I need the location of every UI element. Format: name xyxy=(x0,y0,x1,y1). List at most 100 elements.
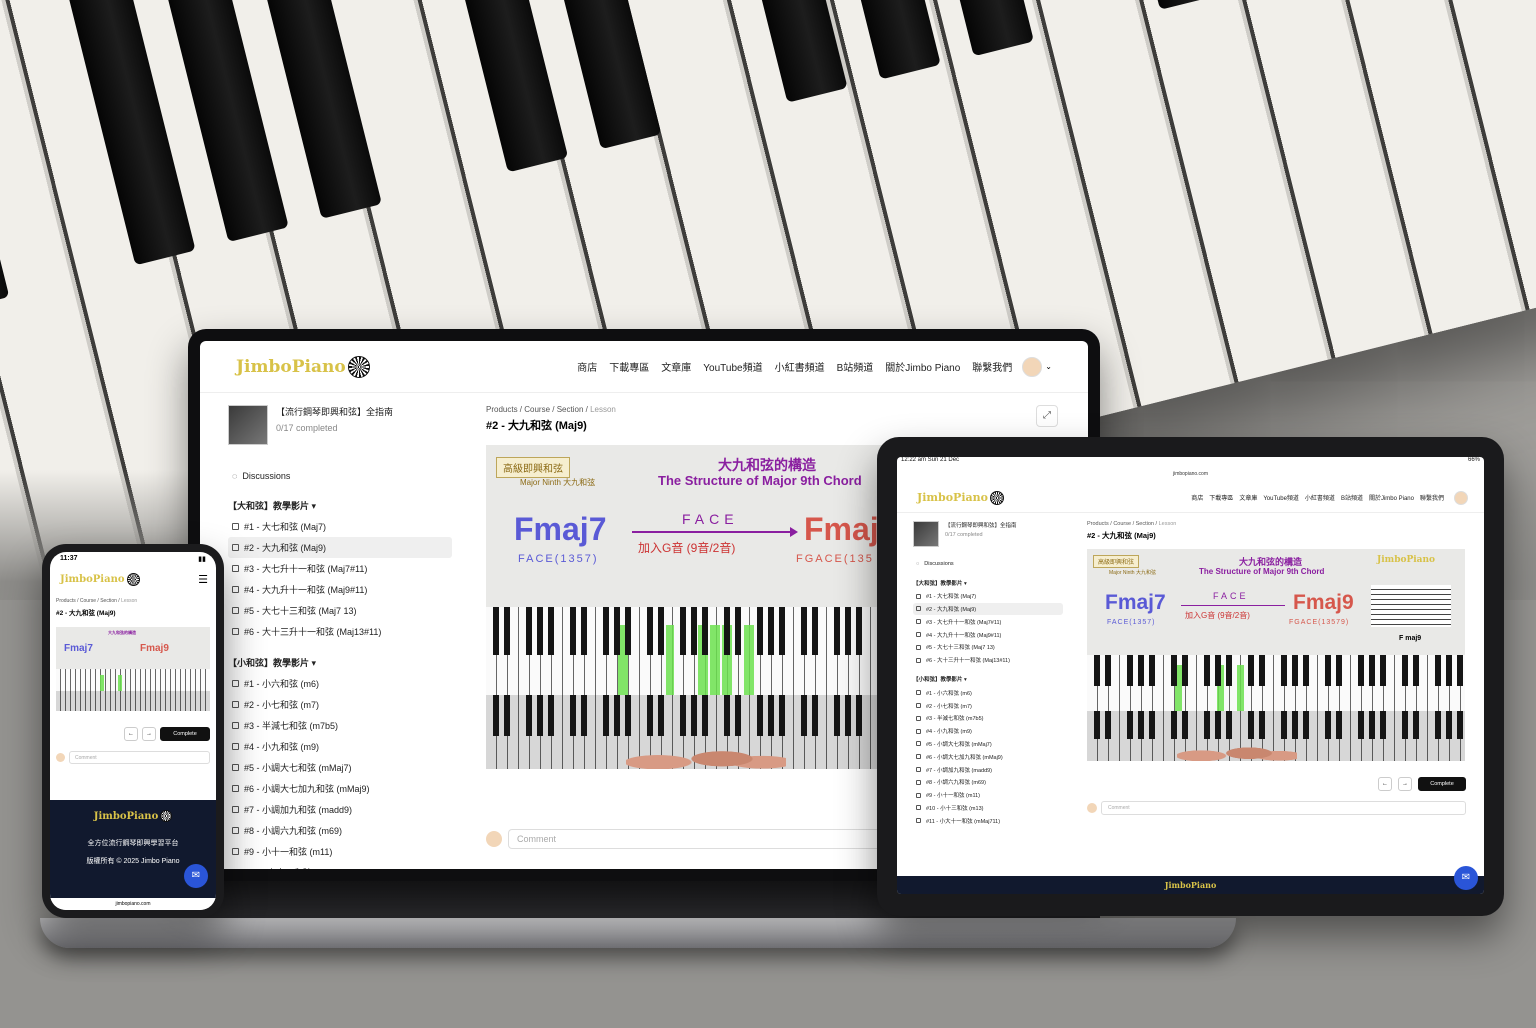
expand-icon[interactable]: ⤢ xyxy=(1036,405,1058,427)
lesson-item[interactable]: #1 - 小六和弦 (m6) xyxy=(228,673,452,694)
lesson-item[interactable]: #7 - 小調加九和弦 (madd9) xyxy=(913,763,1063,776)
breadcrumb-section[interactable]: Section xyxy=(557,405,584,414)
discussions-link[interactable]: ◌ Discussions xyxy=(913,559,1063,570)
lesson-item[interactable]: #3 - 大七升十一和弦 (Maj7#11) xyxy=(913,615,1063,628)
lesson-item[interactable]: #3 - 半減七和弦 (m7b5) xyxy=(228,715,452,736)
section-title-major[interactable]: 【大和弦】教學影片 ▾ xyxy=(913,579,1063,587)
breadcrumb-course[interactable]: Course xyxy=(80,598,96,604)
nav-link-contact[interactable]: 聯繫我們 xyxy=(972,359,1012,374)
lesson-item[interactable]: #5 - 小調大七和弦 (mMaj7) xyxy=(913,738,1063,751)
breadcrumb-products[interactable]: Products xyxy=(486,405,518,414)
nav-link-articles[interactable]: 文章庫 xyxy=(1239,493,1257,502)
video-player[interactable]: 高級即興和弦 Major Ninth 大九和弦 大九和弦的構造 The Stru… xyxy=(1087,549,1465,761)
lesson-box-icon xyxy=(916,657,921,663)
site-logo[interactable]: JimboPiano xyxy=(236,355,370,378)
section-title-minor[interactable]: 【小和弦】教學影片 ▾ xyxy=(228,656,452,669)
lesson-item[interactable]: #4 - 大九升十一和弦 (Maj9#11) xyxy=(913,628,1063,641)
breadcrumb-course[interactable]: Course xyxy=(524,405,550,414)
nav-link-articles[interactable]: 文章庫 xyxy=(661,359,691,374)
lesson-item[interactable]: #3 - 半減七和弦 (m7b5) xyxy=(913,712,1063,725)
lesson-item[interactable]: #1 - 大七和弦 (Maj7) xyxy=(913,590,1063,603)
video-player[interactable]: 大九和弦的構造 Fmaj7 Fmaj9 xyxy=(56,627,210,711)
discussions-link[interactable]: ◌ Discussions xyxy=(228,467,452,485)
breadcrumb-products[interactable]: Products xyxy=(56,598,76,604)
nav-link-downloads[interactable]: 下載專區 xyxy=(609,359,649,374)
site-footer: JimboPiano xyxy=(897,876,1484,894)
menu-icon[interactable]: ☰ xyxy=(198,573,208,586)
lesson-item[interactable]: #1 - 小六和弦 (m6) xyxy=(913,686,1063,699)
site-logo[interactable]: JimboPiano xyxy=(917,490,1004,505)
lesson-box-icon xyxy=(916,767,921,773)
lesson-box-icon xyxy=(916,703,921,709)
logo-text: JimboPiano xyxy=(236,356,346,377)
lesson-item[interactable]: #2 - 小七和弦 (m7) xyxy=(228,694,452,715)
lesson-item[interactable]: #2 - 小七和弦 (m7) xyxy=(913,699,1063,712)
next-button[interactable]: → xyxy=(142,727,156,741)
complete-button[interactable]: Complete xyxy=(160,727,210,741)
nav-link-bilibili[interactable]: B站頻道 xyxy=(1341,493,1363,502)
lesson-box-icon xyxy=(916,728,921,734)
nav-link-about[interactable]: 關於Jimbo Piano xyxy=(1369,493,1414,502)
tablet-url[interactable]: jimbopiano.com xyxy=(897,471,1484,477)
breadcrumb-section[interactable]: Section xyxy=(1136,521,1154,527)
chat-bubble-icon[interactable]: ✉ xyxy=(184,864,208,888)
highlight-key xyxy=(100,675,104,691)
lesson-item[interactable]: #5 - 小調大七和弦 (mMaj7) xyxy=(228,757,452,778)
site-logo[interactable]: JimboPiano xyxy=(60,572,140,586)
lesson-item[interactable]: #4 - 小九和弦 (m9) xyxy=(228,736,452,757)
lesson-item[interactable]: #9 - 小十一和弦 (m11) xyxy=(913,789,1063,802)
lesson-item-active[interactable]: #2 - 大九和弦 (Maj9) xyxy=(228,537,452,558)
lesson-item[interactable]: #6 - 小調大七加九和弦 (mMaj9) xyxy=(228,778,452,799)
footer-logo[interactable]: JimboPiano xyxy=(50,810,216,822)
lesson-box-icon xyxy=(232,785,239,792)
user-avatar[interactable] xyxy=(1454,490,1468,505)
lesson-item[interactable]: #1 - 大七和弦 (Maj7) xyxy=(228,516,452,537)
nav-link-xiaohongshu[interactable]: 小紅書頻道 xyxy=(1305,493,1335,502)
chat-bubble-icon[interactable]: ✉ xyxy=(1454,866,1478,890)
lesson-item[interactable]: #4 - 小九和弦 (m9) xyxy=(913,725,1063,738)
section-title-major[interactable]: 【大和弦】教學影片 ▾ xyxy=(228,499,452,512)
lesson-box-icon xyxy=(232,806,239,813)
lesson-item-active[interactable]: #2 - 大九和弦 (Maj9) xyxy=(913,602,1063,616)
breadcrumb-course[interactable]: Course xyxy=(1113,521,1131,527)
user-avatar[interactable] xyxy=(1022,356,1043,377)
nav-link-downloads[interactable]: 下載專區 xyxy=(1209,493,1233,502)
comment-input[interactable]: Comment xyxy=(1101,801,1466,815)
comment-input[interactable]: Comment xyxy=(69,751,210,764)
nav-link-youtube[interactable]: YouTube頻道 xyxy=(1263,493,1299,502)
lesson-item[interactable]: #9 - 小十一和弦 (m11) xyxy=(228,841,452,862)
chevron-down-icon[interactable]: ⌄ xyxy=(1045,362,1052,371)
lesson-item[interactable]: #4 - 大九升十一和弦 (Maj9#11) xyxy=(228,579,452,600)
breadcrumb-products[interactable]: Products xyxy=(1087,521,1109,527)
lesson-item[interactable]: #8 - 小調六九和弦 (m69) xyxy=(913,776,1063,789)
lesson-item[interactable]: #7 - 小調加九和弦 (madd9) xyxy=(228,799,452,820)
phone-url[interactable]: jimbopiano.com xyxy=(50,898,216,910)
chord-left: Fmaj7 xyxy=(514,511,607,547)
lesson-item[interactable]: #6 - 大十三升十一和弦 (Maj13#11) xyxy=(913,654,1063,667)
section-title-minor[interactable]: 【小和弦】教學影片 ▾ xyxy=(913,675,1063,683)
lesson-item[interactable]: #5 - 大七十三和弦 (Maj7 13) xyxy=(913,641,1063,654)
nav-link-shop[interactable]: 商店 xyxy=(1191,493,1203,502)
prev-button[interactable]: ← xyxy=(1378,777,1392,791)
video-player[interactable]: 高級即興和弦 Major Ninth 大九和弦 大九和弦的構造 The Stru… xyxy=(486,445,926,769)
prev-button[interactable]: ← xyxy=(124,727,138,741)
nav-link-bilibili[interactable]: B站頻道 xyxy=(837,359,874,374)
lesson-item[interactable]: #6 - 大十三升十一和弦 (Maj13#11) xyxy=(228,621,452,642)
lesson-item[interactable]: #11 - 小大十一和弦 (mMaj711) xyxy=(913,814,1063,827)
nav-link-shop[interactable]: 商店 xyxy=(577,359,597,374)
video-logo: JimboPiano xyxy=(1377,555,1436,565)
laptop-base xyxy=(40,918,1236,948)
breadcrumb-section[interactable]: Section xyxy=(100,598,117,604)
nav-link-contact[interactable]: 聯繫我們 xyxy=(1420,493,1444,502)
lesson-item[interactable]: #5 - 大七十三和弦 (Maj7 13) xyxy=(228,600,452,621)
lesson-item[interactable]: #10 - 小十三和弦 (m13) xyxy=(228,862,452,869)
nav-link-xiaohongshu[interactable]: 小紅書頻道 xyxy=(775,359,825,374)
lesson-item[interactable]: #8 - 小調六九和弦 (m69) xyxy=(228,820,452,841)
lesson-item[interactable]: #3 - 大七升十一和弦 (Maj7#11) xyxy=(228,558,452,579)
nav-link-youtube[interactable]: YouTube頻道 xyxy=(703,359,762,374)
complete-button[interactable]: Complete xyxy=(1418,777,1466,791)
lesson-item[interactable]: #10 - 小十三和弦 (m13) xyxy=(913,802,1063,815)
next-button[interactable]: → xyxy=(1398,777,1412,791)
nav-link-about[interactable]: 關於Jimbo Piano xyxy=(885,359,960,374)
lesson-item[interactable]: #6 - 小調大七加九和弦 (mMaj9) xyxy=(913,750,1063,763)
